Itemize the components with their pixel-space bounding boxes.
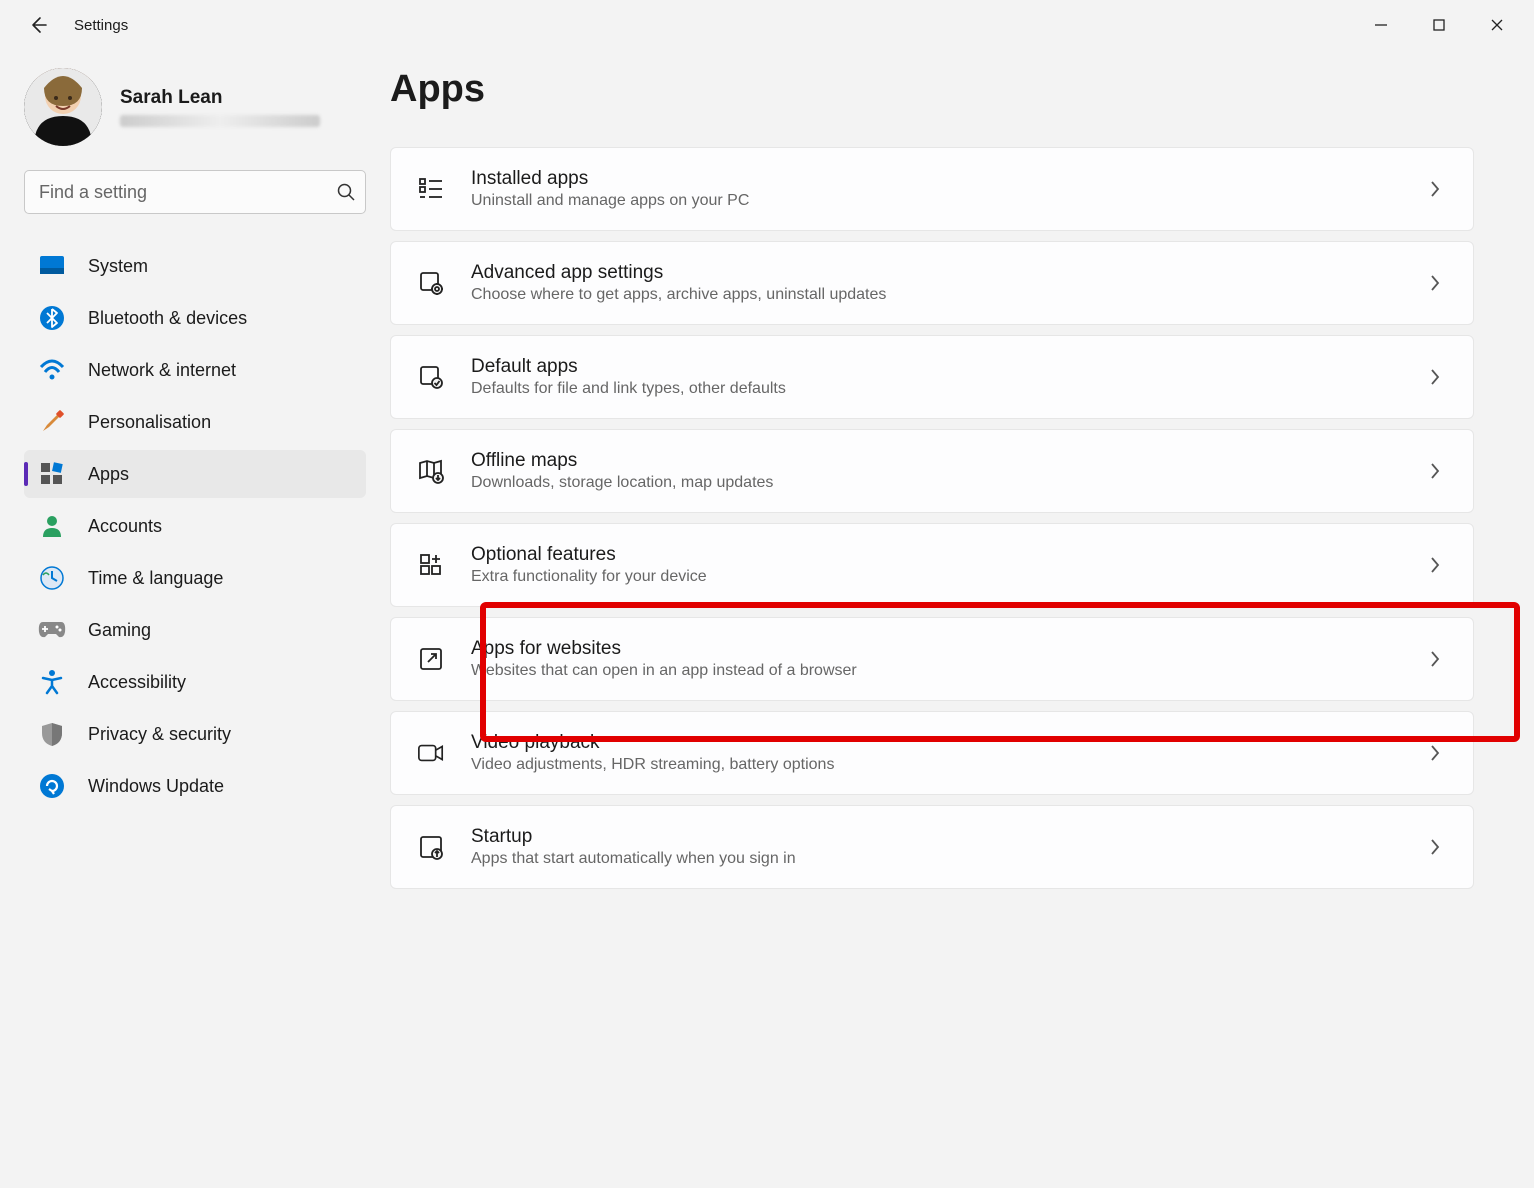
back-button[interactable] xyxy=(22,9,54,41)
card-apps-for-websites[interactable]: Apps for websites Websites that can open… xyxy=(390,617,1474,701)
sidebar-item-privacy[interactable]: Privacy & security xyxy=(24,710,366,758)
chevron-right-icon xyxy=(1423,647,1447,671)
sidebar-item-label: Bluetooth & devices xyxy=(88,308,247,329)
card-startup[interactable]: Startup Apps that start automatically wh… xyxy=(390,805,1474,889)
card-title: Installed apps xyxy=(471,168,1397,190)
sidebar-item-label: System xyxy=(88,256,148,277)
chevron-right-icon xyxy=(1423,835,1447,859)
chevron-right-icon xyxy=(1423,365,1447,389)
apps-icon xyxy=(38,460,66,488)
sidebar-item-personalisation[interactable]: Personalisation xyxy=(24,398,366,446)
close-button[interactable] xyxy=(1468,5,1526,45)
main-content: Apps Installed apps Uninstall and manage… xyxy=(390,68,1534,889)
open-external-icon xyxy=(417,645,445,673)
update-icon xyxy=(38,772,66,800)
card-title: Default apps xyxy=(471,356,1397,378)
video-icon xyxy=(417,739,445,767)
sidebar-item-label: Windows Update xyxy=(88,776,224,797)
list-icon xyxy=(417,175,445,203)
sidebar-item-label: Personalisation xyxy=(88,412,211,433)
bluetooth-icon xyxy=(38,304,66,332)
sidebar-item-windows-update[interactable]: Windows Update xyxy=(24,762,366,810)
card-title: Optional features xyxy=(471,544,1397,566)
sidebar-item-label: Network & internet xyxy=(88,360,236,381)
card-default-apps[interactable]: Default apps Defaults for file and link … xyxy=(390,335,1474,419)
minimize-button[interactable] xyxy=(1352,5,1410,45)
sidebar-item-label: Accounts xyxy=(88,516,162,537)
minimize-icon xyxy=(1374,18,1388,32)
sidebar-item-apps[interactable]: Apps xyxy=(24,450,366,498)
maximize-icon xyxy=(1432,18,1446,32)
card-subtitle: Video adjustments, HDR streaming, batter… xyxy=(471,756,1397,774)
user-name: Sarah Lean xyxy=(120,87,320,109)
search-input[interactable] xyxy=(24,170,366,214)
card-subtitle: Downloads, storage location, map updates xyxy=(471,474,1397,492)
shield-icon xyxy=(38,720,66,748)
sidebar-item-label: Time & language xyxy=(88,568,223,589)
sidebar-item-label: Accessibility xyxy=(88,672,186,693)
system-icon xyxy=(38,252,66,280)
accessibility-icon xyxy=(38,668,66,696)
card-subtitle: Choose where to get apps, archive apps, … xyxy=(471,286,1397,304)
page-title: Apps xyxy=(390,68,1474,111)
search-container xyxy=(24,170,366,214)
card-subtitle: Extra functionality for your device xyxy=(471,568,1397,586)
close-icon xyxy=(1490,18,1504,32)
settings-card-list: Installed apps Uninstall and manage apps… xyxy=(390,147,1474,889)
person-icon xyxy=(38,512,66,540)
card-optional-features[interactable]: Optional features Extra functionality fo… xyxy=(390,523,1474,607)
sidebar: Sarah Lean System xyxy=(0,68,390,889)
sidebar-item-time-language[interactable]: Time & language xyxy=(24,554,366,602)
chevron-right-icon xyxy=(1423,741,1447,765)
card-title: Apps for websites xyxy=(471,638,1397,660)
sidebar-item-label: Gaming xyxy=(88,620,151,641)
add-apps-icon xyxy=(417,551,445,579)
user-email-redacted xyxy=(120,115,320,127)
search-icon xyxy=(336,182,356,202)
startup-icon xyxy=(417,833,445,861)
sidebar-item-label: Privacy & security xyxy=(88,724,231,745)
card-subtitle: Uninstall and manage apps on your PC xyxy=(471,192,1397,210)
card-installed-apps[interactable]: Installed apps Uninstall and manage apps… xyxy=(390,147,1474,231)
chevron-right-icon xyxy=(1423,553,1447,577)
sidebar-item-accounts[interactable]: Accounts xyxy=(24,502,366,550)
sidebar-item-label: Apps xyxy=(88,464,129,485)
sidebar-item-network[interactable]: Network & internet xyxy=(24,346,366,394)
clock-globe-icon xyxy=(38,564,66,592)
maximize-button[interactable] xyxy=(1410,5,1468,45)
chevron-right-icon xyxy=(1423,271,1447,295)
gamepad-icon xyxy=(38,616,66,644)
arrow-left-icon xyxy=(28,15,48,35)
titlebar: Settings xyxy=(0,0,1534,50)
card-offline-maps[interactable]: Offline maps Downloads, storage location… xyxy=(390,429,1474,513)
sidebar-item-gaming[interactable]: Gaming xyxy=(24,606,366,654)
chevron-right-icon xyxy=(1423,459,1447,483)
wifi-icon xyxy=(38,356,66,384)
map-download-icon xyxy=(417,457,445,485)
card-subtitle: Websites that can open in an app instead… xyxy=(471,662,1397,680)
card-title: Offline maps xyxy=(471,450,1397,472)
chevron-right-icon xyxy=(1423,177,1447,201)
nav-list: System Bluetooth & devices Network & int… xyxy=(24,242,366,810)
card-title: Advanced app settings xyxy=(471,262,1397,284)
card-subtitle: Defaults for file and link types, other … xyxy=(471,380,1397,398)
window-title: Settings xyxy=(74,17,128,34)
card-title: Video playback xyxy=(471,732,1397,754)
sidebar-item-system[interactable]: System xyxy=(24,242,366,290)
app-check-icon xyxy=(417,363,445,391)
brush-icon xyxy=(38,408,66,436)
sidebar-item-accessibility[interactable]: Accessibility xyxy=(24,658,366,706)
card-video-playback[interactable]: Video playback Video adjustments, HDR st… xyxy=(390,711,1474,795)
card-subtitle: Apps that start automatically when you s… xyxy=(471,850,1397,868)
sidebar-item-bluetooth[interactable]: Bluetooth & devices xyxy=(24,294,366,342)
avatar xyxy=(24,68,102,146)
app-gear-icon xyxy=(417,269,445,297)
user-profile[interactable]: Sarah Lean xyxy=(24,68,366,146)
card-advanced-app-settings[interactable]: Advanced app settings Choose where to ge… xyxy=(390,241,1474,325)
card-title: Startup xyxy=(471,826,1397,848)
